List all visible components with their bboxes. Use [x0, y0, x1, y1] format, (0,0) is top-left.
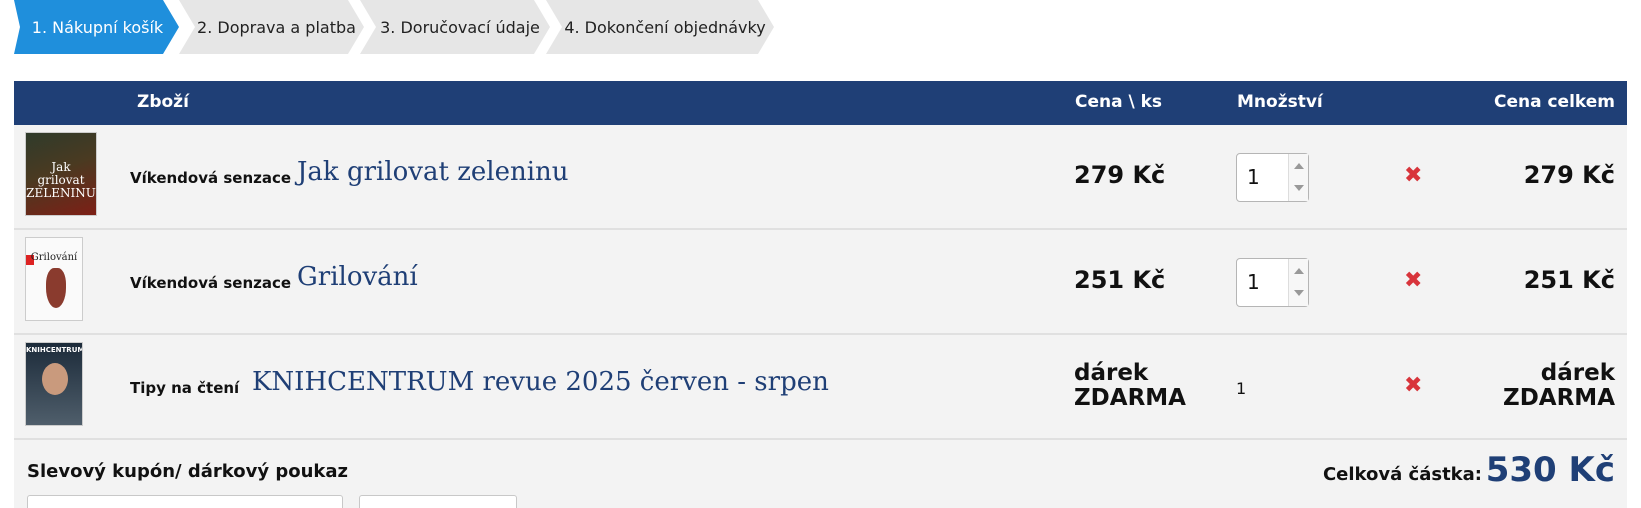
step-label: 1. Nákupní košík	[31, 17, 164, 37]
remove-x-icon[interactable]: ✖	[1404, 165, 1422, 187]
step-shipping-payment[interactable]: 2. Doprava a platba	[179, 0, 364, 54]
quantity-stepper[interactable]: 1	[1236, 153, 1309, 202]
total-line2: ZDARMA	[1503, 385, 1615, 411]
item-category: Víkendová senzace	[130, 169, 292, 187]
cart-table: Zboží Cena \ ks Množství Cena celkem Jak…	[14, 81, 1627, 508]
step-label: 4. Dokončení objednávky	[564, 17, 766, 37]
item-category: Tipy na čtení	[130, 379, 240, 397]
item-unit-price: 279 Kč	[1074, 161, 1166, 189]
cover-title: KNIHCENTRUM	[26, 346, 83, 354]
item-total: dárek ZDARMA	[1503, 361, 1615, 411]
header-total: Cena celkem	[1493, 92, 1615, 112]
table-row: KNIHCENTRUM Tipy na čtení KNIHCENTRUM re…	[14, 335, 1627, 440]
step-order-completion[interactable]: 4. Dokončení objednávky	[546, 0, 774, 54]
cover-face-illustration	[42, 363, 68, 395]
unit-price-line2: ZDARMA	[1074, 385, 1186, 411]
table-row: Grilování Víkendová senzace Grilování 25…	[14, 230, 1627, 335]
remove-x-icon[interactable]: ✖	[1404, 375, 1422, 397]
cart-footer: Slevový kupón/ dárkový poukaz Celková čá…	[14, 440, 1627, 508]
step-delivery-details[interactable]: 3. Doručovací údaje	[360, 0, 550, 54]
decrement-arrow-icon[interactable]	[1294, 185, 1304, 191]
remove-x-icon[interactable]: ✖	[1404, 270, 1422, 292]
unit-price-line1: dárek	[1074, 360, 1149, 386]
checkout-steps: 1. Nákupní košík 2. Doprava a platba 3. …	[14, 0, 914, 54]
cover-title: Grilování	[30, 252, 78, 263]
header-unit-price: Cena \ ks	[1075, 92, 1163, 112]
item-title-link[interactable]: KNIHCENTRUM revue 2025 červen - srpen	[252, 367, 829, 397]
quantity-stepper[interactable]: 1	[1236, 258, 1309, 307]
coupon-input[interactable]	[27, 495, 343, 508]
cover-title: Jak grilovat ZELENINU	[26, 160, 96, 200]
step-cart[interactable]: 1. Nákupní košík	[14, 0, 179, 54]
step-label: 3. Doručovací údaje	[380, 17, 540, 37]
decrement-arrow-icon[interactable]	[1294, 290, 1304, 296]
header-goods: Zboží	[137, 92, 189, 112]
total-amount-value: 530 Kč	[1485, 450, 1615, 490]
item-unit-price: dárek ZDARMA	[1074, 361, 1186, 411]
total-line1: dárek	[1540, 360, 1615, 386]
coupon-label: Slevový kupón/ dárkový poukaz	[27, 461, 349, 482]
item-title-link[interactable]: Jak grilovat zeleninu	[297, 157, 569, 187]
item-title-link[interactable]: Grilování	[297, 262, 418, 292]
table-row: Jak grilovat ZELENINU Víkendová senzace …	[14, 125, 1627, 230]
quantity-spinner[interactable]	[1288, 259, 1308, 306]
book-cover-image[interactable]: Jak grilovat ZELENINU	[25, 132, 97, 216]
quantity-value: 1	[1236, 379, 1247, 398]
item-unit-price: 251 Kč	[1074, 266, 1166, 294]
magazine-cover-image[interactable]: KNIHCENTRUM	[25, 342, 83, 426]
item-total: 251 Kč	[1523, 266, 1615, 294]
quantity-value: 1	[1247, 165, 1260, 189]
cover-meat-illustration	[46, 268, 66, 308]
total-amount-label: Celková částka:	[1322, 464, 1482, 485]
book-cover-image[interactable]: Grilování	[25, 237, 83, 321]
increment-arrow-icon[interactable]	[1294, 163, 1304, 169]
quantity-spinner[interactable]	[1288, 154, 1308, 201]
header-quantity: Množství	[1237, 92, 1323, 112]
quantity-value: 1	[1247, 270, 1260, 294]
step-label: 2. Doprava a platba	[197, 17, 356, 37]
item-total: 279 Kč	[1523, 161, 1615, 189]
coupon-apply-button[interactable]	[359, 495, 517, 508]
increment-arrow-icon[interactable]	[1294, 268, 1304, 274]
cart-table-header: Zboží Cena \ ks Množství Cena celkem	[14, 81, 1627, 125]
item-category: Víkendová senzace	[130, 274, 292, 292]
